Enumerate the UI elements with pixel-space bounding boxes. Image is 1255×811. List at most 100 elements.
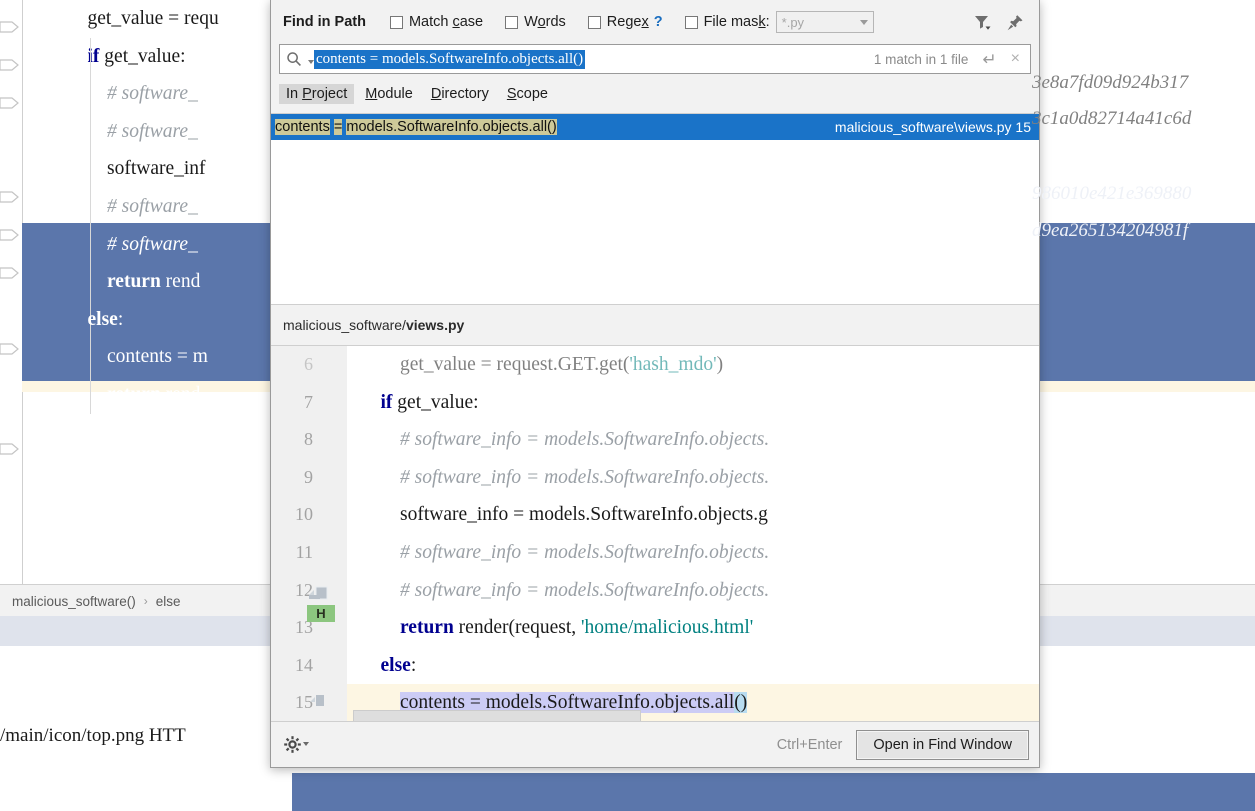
dialog-header: Find in Path Match case Words Regex ? xyxy=(271,0,1039,44)
match-count-label: 1 match in 1 file xyxy=(874,52,969,67)
enter-key-icon[interactable]: ↵ xyxy=(982,51,996,68)
dialog-footer: Ctrl+Enter Open in Find Window xyxy=(271,721,1039,767)
code-text: return render(request, 'home/malicious.h… xyxy=(361,609,753,647)
bottom-selection-bar xyxy=(292,773,1255,811)
search-options-group: Match case Words Regex ? File mask: *.py xyxy=(390,11,896,33)
filter-icon[interactable] xyxy=(973,13,992,32)
code-token: else xyxy=(88,309,118,330)
code-token: : xyxy=(118,309,123,330)
indent-guide xyxy=(90,38,91,76)
chevron-down-icon xyxy=(860,20,868,25)
tab-scope[interactable]: Scope xyxy=(500,84,555,104)
option-match-case-label: Match case xyxy=(409,14,483,30)
code-token: : xyxy=(411,655,416,676)
regex-help-link[interactable]: ? xyxy=(654,14,663,30)
result-match-text: models.SoftwareInfo.objects.all() xyxy=(346,119,556,135)
breadcrumb-separator-icon: › xyxy=(144,594,148,608)
preview-code-line: 12 # software_info = models.SoftwareInfo… xyxy=(271,572,1039,610)
code-token: return xyxy=(400,617,454,638)
code-token: 'hash_mdo' xyxy=(629,354,716,375)
file-mask-select[interactable]: *.py xyxy=(776,11,874,33)
code-token: return xyxy=(107,384,161,405)
fold-chevron-icon[interactable] xyxy=(0,340,20,358)
code-token: rend xyxy=(161,271,201,292)
code-token: software_inf xyxy=(68,158,206,179)
line-number: 7 xyxy=(271,384,313,422)
code-token xyxy=(361,392,381,413)
tab-module[interactable]: Module xyxy=(358,84,420,104)
line-number: 10 xyxy=(271,496,313,534)
code-token: 'home/malicious.html' xyxy=(581,617,753,638)
code-token xyxy=(68,309,88,330)
code-token: ) xyxy=(717,354,724,375)
option-words-label: Words xyxy=(524,14,566,30)
file-mask-value: *.py xyxy=(782,15,804,30)
result-file-location: malicious_software\views.py 15 xyxy=(835,119,1031,135)
code-text: else: xyxy=(361,647,416,685)
code-token: # software_info = models.SoftwareInfo.ob… xyxy=(361,467,769,488)
preview-filename: views.py xyxy=(406,317,464,333)
preview-code-line: 14 else: xyxy=(271,647,1039,685)
pin-icon[interactable] xyxy=(1006,13,1025,32)
tab-in-project[interactable]: In Project xyxy=(279,84,354,104)
line-number: 11 xyxy=(271,534,313,572)
fold-chevron-icon[interactable] xyxy=(0,56,20,74)
find-in-path-dialog: Find in Path Match case Words Regex ? xyxy=(270,0,1040,768)
code-token: get_value: xyxy=(392,392,478,413)
fold-chevron-icon[interactable] xyxy=(0,188,20,206)
search-results-list[interactable]: contents = models.SoftwareInfo.objects.a… xyxy=(271,113,1039,304)
code-token: # software_ xyxy=(68,196,198,217)
code-token: # software_info = models.SoftwareInfo.ob… xyxy=(361,429,769,450)
code-token: contents = m xyxy=(68,346,208,367)
indent-guide xyxy=(90,75,91,113)
fold-chevron-icon[interactable] xyxy=(0,264,20,282)
fold-chevron-icon[interactable] xyxy=(0,226,20,244)
preview-code-line: 9 # software_info = models.SoftwareInfo.… xyxy=(271,459,1039,497)
tab-directory[interactable]: Directory xyxy=(424,84,496,104)
scope-tabs: In Project Module Directory Scope xyxy=(271,74,1039,113)
hex-string-text: 3e8a7fd09d924b317 xyxy=(1032,72,1188,94)
preview-code-pane[interactable]: 6 get_value = request.GET.get('hash_mdo'… xyxy=(271,346,1039,728)
preview-code-line: 13 return render(request, 'home/maliciou… xyxy=(271,609,1039,647)
indent-guide xyxy=(90,150,91,188)
code-token: # software_ xyxy=(68,121,198,142)
fold-chevron-icon[interactable] xyxy=(0,94,20,112)
code-folding-gutter[interactable] xyxy=(0,0,23,600)
search-icon[interactable] xyxy=(280,51,306,67)
open-in-find-window-button[interactable]: Open in Find Window xyxy=(856,730,1029,760)
table-row[interactable]: contents = models.SoftwareInfo.objects.a… xyxy=(271,114,1039,140)
code-text: # software_info = models.SoftwareInfo.ob… xyxy=(361,421,769,459)
shortcut-hint: Ctrl+Enter xyxy=(777,737,843,753)
html-injection-badge[interactable]: H xyxy=(307,605,335,622)
code-text: software_info = models.SoftwareInfo.obje… xyxy=(361,496,768,534)
clear-search-icon[interactable]: × xyxy=(1011,51,1020,67)
fold-chevron-icon[interactable] xyxy=(0,18,20,36)
line-number: 6 xyxy=(271,346,313,384)
result-snippet: contents = models.SoftwareInfo.objects.a… xyxy=(275,119,557,135)
breadcrumb-item-else[interactable]: else xyxy=(156,594,181,609)
option-match-case[interactable]: Match case xyxy=(390,14,483,30)
code-token xyxy=(68,46,88,67)
option-regex[interactable]: Regex ? xyxy=(588,14,663,30)
preview-code-line: 8 # software_info = models.SoftwareInfo.… xyxy=(271,421,1039,459)
fold-chevron-icon[interactable] xyxy=(0,440,20,458)
checkbox-match-case[interactable] xyxy=(390,16,403,29)
option-file-mask[interactable]: File mask: *.py xyxy=(685,11,874,33)
checkbox-words[interactable] xyxy=(505,16,518,29)
fold-region-icon[interactable] xyxy=(309,694,325,708)
code-token: else xyxy=(381,655,411,676)
settings-gear-icon[interactable] xyxy=(283,735,302,754)
search-input-value[interactable]: contents = models.SoftwareInfo.objects.a… xyxy=(314,50,585,69)
option-file-mask-label: File mask: xyxy=(704,14,770,30)
code-token: rend xyxy=(161,384,201,405)
chevron-down-icon[interactable] xyxy=(303,742,309,746)
option-words[interactable]: Words xyxy=(505,14,566,30)
checkbox-regex[interactable] xyxy=(588,16,601,29)
search-input[interactable]: contents = models.SoftwareInfo.objects.a… xyxy=(279,44,1031,74)
preview-code-lines: 6 get_value = request.GET.get('hash_mdo'… xyxy=(271,346,1039,728)
checkbox-file-mask[interactable] xyxy=(685,16,698,29)
breadcrumb-item-function[interactable]: malicious_software() xyxy=(12,594,136,609)
line-number: 14 xyxy=(271,647,313,685)
indent-guide xyxy=(90,113,91,151)
preview-file-header: malicious_software/views.py xyxy=(271,304,1039,346)
